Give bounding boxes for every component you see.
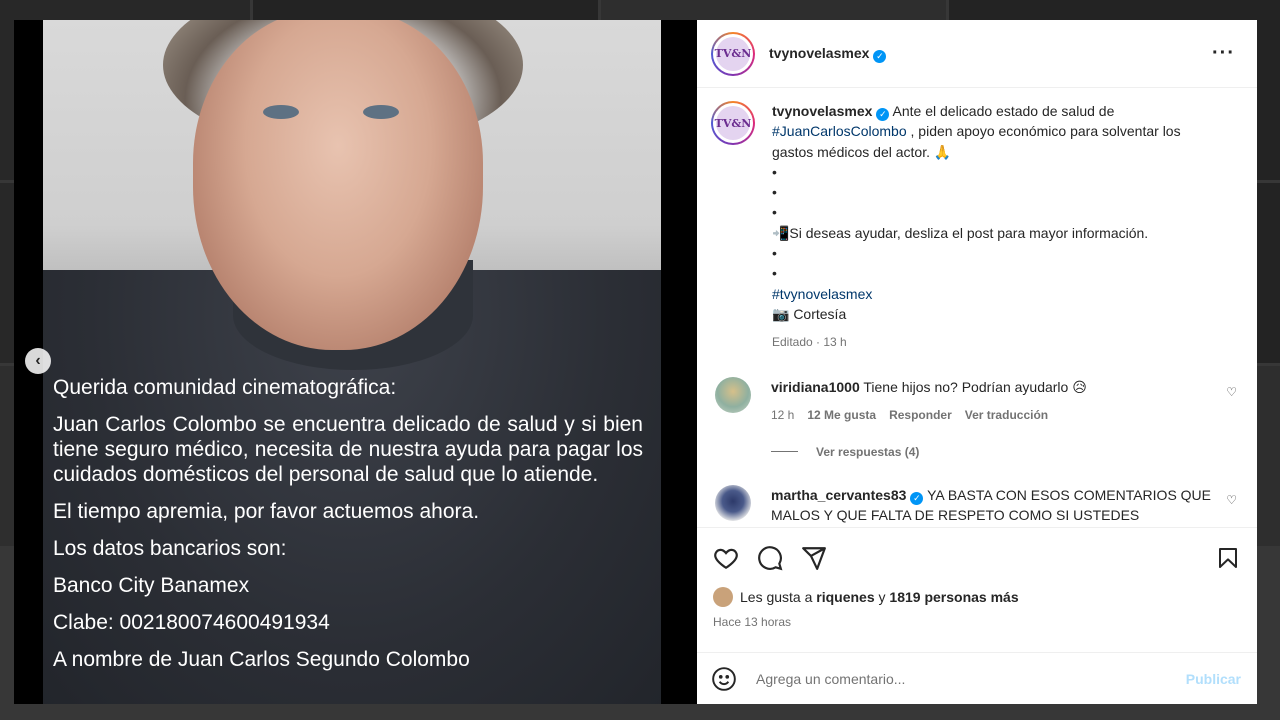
replies-line (771, 451, 798, 453)
comment-text: Tiene hijos no? Podrían ayudarlo 😥 (863, 378, 1087, 395)
verified-icon: ✓ (873, 49, 887, 63)
caption-meta: Editado · 13 h (772, 335, 847, 350)
caption-credit: 📷 Cortesía (772, 305, 847, 322)
avatar-initials: TV&N (715, 36, 751, 71)
post-modal: Querida comunidad cinematográfica: Juan … (14, 20, 1257, 704)
bookmark-icon (1219, 547, 1237, 568)
likes-summary[interactable]: Les gusta a riquenes y 1819 personas más (713, 587, 1019, 607)
comment: martha_cervantes83 ✓ YA BASTA CON ESOS CO… (711, 484, 1243, 525)
caption-text: tvynovelasmex ✓ Ante el delicado estado d… (772, 101, 1212, 353)
username-text: tvynovelasmex (769, 44, 870, 61)
photo-paragraph: El tiempo apremia, por favor actuemos ah… (53, 500, 480, 523)
photo-bank: Banco City Banamex (53, 574, 250, 597)
add-comment-bar: Publicar (697, 652, 1257, 704)
photo-eye (363, 105, 399, 119)
save-button[interactable] (1213, 543, 1243, 573)
comment-like-icon[interactable]: ♡ (1226, 385, 1237, 399)
comment-likes[interactable]: 12 Me gusta (807, 405, 876, 425)
photo-holder: A nombre de Juan Carlos Segundo Colombo (53, 648, 470, 671)
commenter-avatar[interactable] (715, 376, 751, 413)
author-avatar[interactable]: TV&N (711, 31, 755, 76)
comment-actions: 12 h 12 Me gusta Responder Ver traducció… (771, 405, 1211, 425)
comment-body: martha_cervantes83 ✓ YA BASTA CON ESOS CO… (771, 485, 1211, 525)
caption-dot: • (772, 163, 777, 180)
post-header: TV&N tvynovelasmex ✓ ··· (697, 20, 1257, 88)
comment-like-icon[interactable]: ♡ (1226, 493, 1237, 507)
caption-avatar[interactable]: TV&N (711, 101, 755, 145)
view-replies-button[interactable]: Ver respuestas (4) (771, 445, 1243, 459)
caption-dot: • (772, 184, 777, 201)
send-icon (802, 546, 826, 570)
view-replies-label: Ver respuestas (4) (816, 444, 920, 459)
photo-eye (263, 105, 299, 119)
hashtag-link[interactable]: #tvynovelasmex (772, 286, 872, 302)
verified-icon: ✓ (876, 108, 890, 121)
likes-user[interactable]: riquenes (816, 589, 874, 605)
share-button[interactable] (799, 543, 829, 573)
translate-button[interactable]: Ver traducción (965, 405, 1048, 425)
caption-dot: • (772, 245, 777, 262)
caption-dot: • (772, 265, 777, 282)
photo-clabe: Clabe: 002180074600491934 (53, 611, 330, 634)
commenter-username[interactable]: martha_cervantes83 (771, 487, 906, 503)
comment-button[interactable] (755, 543, 785, 573)
caption-username[interactable]: tvynovelasmex (772, 103, 872, 119)
more-options-icon[interactable]: ··· (1212, 42, 1235, 65)
photo-greeting: Querida comunidad cinematográfica: (53, 376, 397, 399)
post-photo: Querida comunidad cinematográfica: Juan … (43, 20, 661, 704)
publish-button[interactable]: Publicar (1186, 671, 1241, 687)
previous-slide-button[interactable]: ‹ (25, 348, 51, 374)
avatar-initials: TV&N (715, 106, 751, 140)
likes-joiner: y (878, 589, 886, 605)
comment-icon (758, 545, 783, 570)
caption-dot: • (772, 204, 777, 221)
emoji-icon[interactable] (711, 666, 737, 692)
post-actions (697, 527, 1257, 587)
avatar-ring: TV&N (713, 33, 753, 74)
likes-prefix: Les gusta a (740, 589, 813, 605)
verified-icon: ✓ (910, 491, 924, 505)
like-button[interactable] (711, 543, 741, 573)
heart-icon (714, 548, 738, 569)
photo-paragraph: Los datos bancarios son: (53, 537, 287, 560)
commenter-avatar[interactable] (715, 484, 751, 521)
comment: viridiana1000 Tiene hijos no? Podrían ay… (711, 376, 1243, 425)
post-timestamp[interactable]: Hace 13 horas (713, 615, 791, 629)
caption-block: TV&N tvynovelasmex ✓ Ante el delicado est… (711, 101, 1243, 353)
avatar-ring: TV&N (713, 103, 753, 143)
reply-button[interactable]: Responder (889, 405, 952, 425)
caption-line: Ante el delicado estado de salud de (892, 103, 1115, 119)
likes-others[interactable]: 1819 personas más (889, 589, 1018, 605)
chevron-left-icon: ‹ (35, 352, 41, 369)
caption-cta: 📲Si deseas ayudar, desliza el post para … (772, 224, 1149, 241)
post-sidebar: TV&N tvynovelasmex ✓ ··· TV&N tvynovelasm… (697, 20, 1257, 704)
comments-scroll[interactable]: TV&N tvynovelasmex ✓ Ante el delicado est… (697, 89, 1257, 527)
comment-body: viridiana1000 Tiene hijos no? Podrían ay… (771, 377, 1211, 425)
author-username[interactable]: tvynovelasmex ✓ (769, 44, 887, 63)
commenter-username[interactable]: viridiana1000 (771, 379, 860, 395)
hashtag-link[interactable]: #JuanCarlosColombo (772, 123, 907, 139)
comment-input[interactable] (756, 670, 1186, 687)
photo-paragraph: Juan Carlos Colombo se encuentra delicad… (53, 413, 643, 486)
photo-overlay-text: Querida comunidad cinematográfica: Juan … (53, 375, 643, 684)
comment-time[interactable]: 12 h (771, 405, 794, 425)
liker-avatar (713, 587, 733, 607)
photo-face (193, 20, 483, 350)
post-media: Querida comunidad cinematográfica: Juan … (14, 20, 697, 704)
